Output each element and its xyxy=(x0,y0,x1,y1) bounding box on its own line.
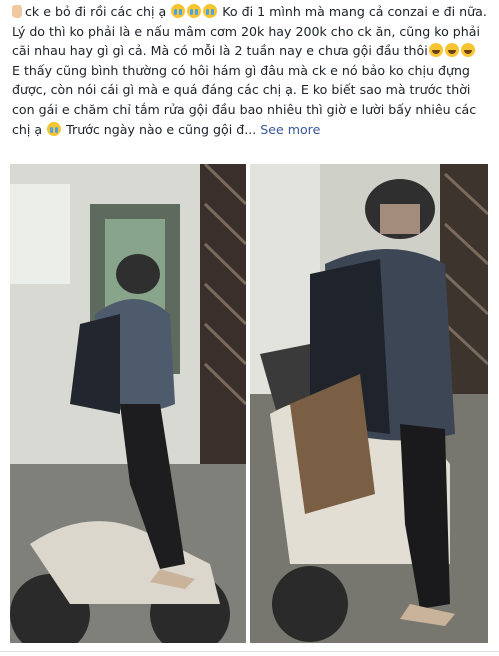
photo-right[interactable] xyxy=(250,164,488,643)
laughing-face-icon xyxy=(444,43,459,58)
post-paragraph-3: E thấy cũng bình thường có hôi hám gì đâ… xyxy=(12,61,490,139)
crying-face-icon xyxy=(171,4,186,18)
photo-left[interactable] xyxy=(10,164,246,643)
crying-face-icon xyxy=(47,121,62,136)
paragraph-2-text: Lý do thì ko phải là e nấu mâm cơm 20k h… xyxy=(12,23,480,59)
photo-left-image xyxy=(10,164,246,643)
pointing-hand-icon xyxy=(12,5,22,18)
bottom-divider xyxy=(0,651,499,652)
post-line-1-after: Ko đi 1 mình mà mang cả conzai e đi nữa. xyxy=(222,4,487,19)
crying-face-icon xyxy=(187,4,202,18)
post-line-1: ck e bỏ đi rồi các chị ạ Ko đi 1 mình mà… xyxy=(12,2,490,22)
post-text: ck e bỏ đi rồi các chị ạ Ko đi 1 mình mà… xyxy=(12,2,490,139)
photo-right-image xyxy=(250,164,488,643)
laughing-face-icon xyxy=(428,43,443,58)
laughing-face-icon xyxy=(460,43,475,58)
post-line-1-text: ck e bỏ đi rồi các chị ạ xyxy=(25,4,167,19)
see-more-link[interactable]: See more xyxy=(260,122,320,137)
crying-face-icon xyxy=(203,4,218,18)
photo-grid xyxy=(10,164,488,643)
paragraph-3-end: Trước ngày nào e cũng gội đ... xyxy=(66,121,257,137)
post-paragraph-2: Lý do thì ko phải là e nấu mâm cơm 20k h… xyxy=(12,22,490,61)
